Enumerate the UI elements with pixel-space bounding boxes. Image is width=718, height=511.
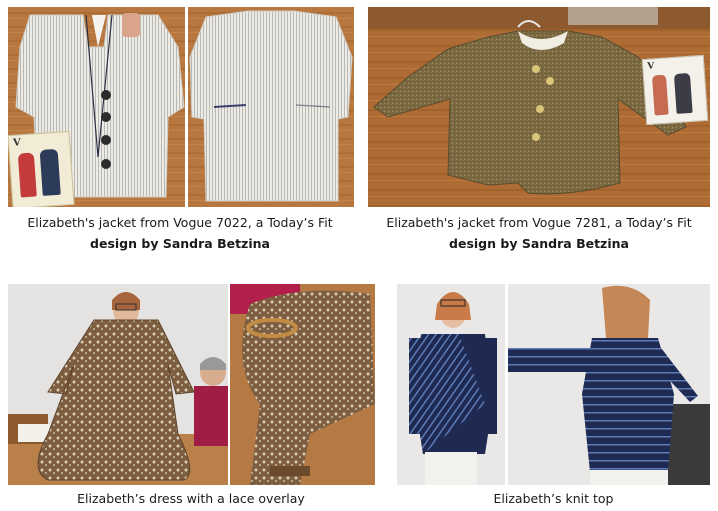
jacket-button	[546, 77, 554, 85]
jacket-button	[101, 90, 111, 100]
jacket-button	[536, 105, 544, 113]
jacket-button	[532, 65, 540, 73]
photo-tweed-jacket: V	[368, 7, 710, 207]
pattern-envelope-vogue-7281: V	[641, 54, 709, 126]
caption-line-2: design by Sandra Betzina	[449, 236, 629, 251]
caption-line-1: Elizabeth’s knit top	[493, 491, 614, 506]
jacket-button	[101, 135, 111, 145]
jacket-button	[101, 112, 111, 122]
photo-knit-top-back	[508, 284, 710, 485]
pattern-envelope-brand: V	[12, 137, 22, 149]
caption-vogue-7281-jacket: Elizabeth's jacket from Vogue 7281, a To…	[364, 212, 714, 254]
photo-lace-closeup	[230, 284, 375, 485]
photo-striped-jacket-back	[188, 7, 354, 207]
caption-line-1: Elizabeth's jacket from Vogue 7022, a To…	[27, 215, 333, 230]
pattern-envelope-brand: V	[646, 61, 655, 72]
pattern-envelope-vogue-7022: V	[8, 130, 75, 207]
jacket-button	[532, 133, 540, 141]
caption-line-1: Elizabeth’s dress with a lace overlay	[77, 491, 305, 506]
photo-striped-jacket-front: V	[8, 7, 185, 207]
caption-lace-dress: Elizabeth’s dress with a lace overlay	[4, 488, 378, 509]
caption-vogue-7022-jacket: Elizabeth's jacket from Vogue 7022, a To…	[4, 212, 356, 254]
caption-knit-top: Elizabeth’s knit top	[395, 488, 712, 509]
caption-line-1: Elizabeth's jacket from Vogue 7281, a To…	[386, 215, 692, 230]
jacket-button	[101, 159, 111, 169]
caption-line-2: design by Sandra Betzina	[90, 236, 270, 251]
photo-knit-top-front	[397, 284, 505, 485]
photo-lace-dress	[8, 284, 228, 485]
